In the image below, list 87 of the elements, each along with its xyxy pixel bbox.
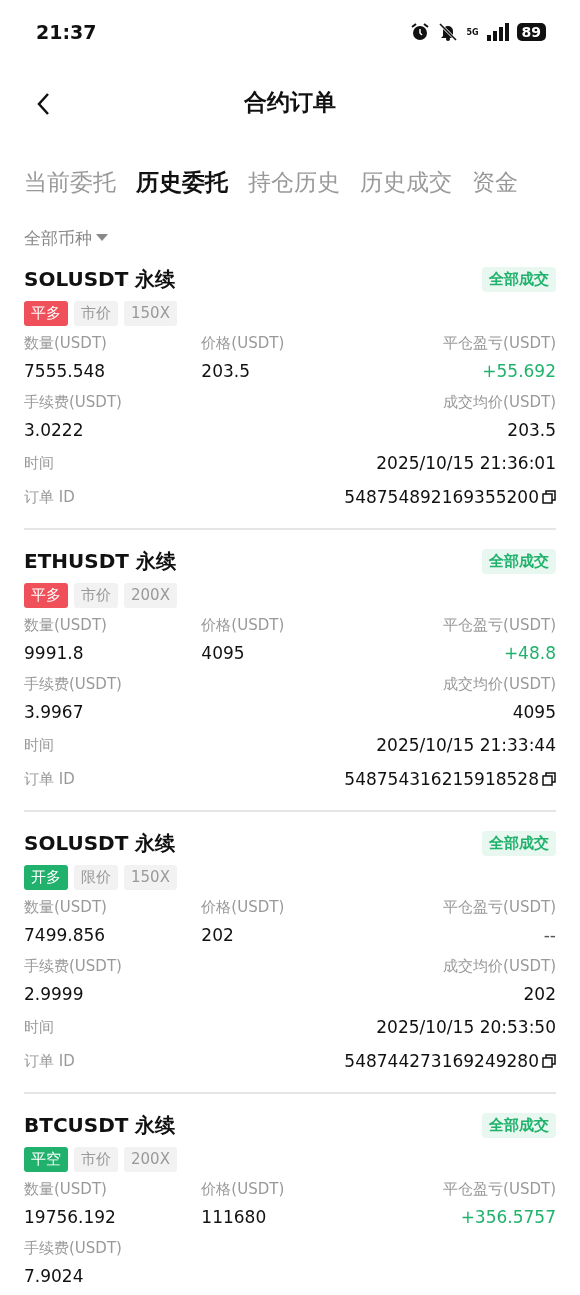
field-label: 订单 ID — [24, 769, 75, 789]
field-value: 7555.548 — [24, 361, 106, 381]
tab[interactable]: 历史委托 — [136, 166, 228, 198]
field-value: 2025/10/15 21:33:44 — [376, 735, 556, 755]
tab[interactable]: 当前委托 — [24, 166, 116, 198]
status-badge: 全部成交 — [482, 549, 556, 574]
order-tag: 150X — [124, 865, 177, 890]
order-tag: 市价 — [74, 301, 118, 326]
field-value: 202 — [201, 925, 234, 945]
field-label: 手续费(USDT) — [24, 393, 122, 412]
field-label: 成交均价(USDT) — [443, 675, 556, 694]
field-label: 数量(USDT) — [24, 1180, 107, 1199]
tab[interactable]: 历史成交 — [360, 166, 452, 198]
caret-icon[interactable] — [96, 234, 108, 242]
status-badge: 全部成交 — [482, 1113, 556, 1138]
order-tag: 平多 — [24, 301, 68, 326]
alarm-icon — [410, 22, 431, 42]
currency-filter[interactable]: 全部币种 — [24, 224, 108, 252]
order-tag: 市价 — [74, 583, 118, 608]
field-value: 19756.192 — [24, 1207, 116, 1227]
field-label: 价格(USDT) — [201, 334, 285, 353]
field-value: 2025/10/15 21:36:01 — [376, 453, 556, 473]
order-tag: 200X — [124, 1147, 177, 1172]
field-value: +356.5757 — [460, 1207, 556, 1227]
order-tag: 平空 — [24, 1147, 68, 1172]
field-value: 3.0222 — [24, 420, 84, 440]
field-label: 平仓盈亏(USDT) — [443, 616, 556, 635]
field-label: 价格(USDT) — [201, 616, 285, 635]
symbol-title: SOLUSDT 永续 — [24, 830, 176, 857]
field-label: 平仓盈亏(USDT) — [443, 1180, 556, 1199]
field-label: 手续费(USDT) — [24, 957, 122, 976]
field-value: 111680 — [201, 1207, 267, 1227]
field-value: 4095 — [512, 702, 556, 722]
order-id: 548744273169249280 — [344, 1051, 539, 1071]
field-label: 数量(USDT) — [24, 334, 107, 353]
status-badge: 全部成交 — [482, 831, 556, 856]
signal-icon — [486, 23, 509, 41]
tab[interactable]: 资金 — [472, 166, 518, 198]
order-tag: 200X — [124, 583, 177, 608]
field-value: +55.692 — [482, 361, 556, 381]
order-id: 548754316215918528 — [344, 769, 539, 789]
field-label: 成交均价(USDT) — [443, 957, 556, 976]
order-tag: 市价 — [74, 1147, 118, 1172]
field-label: 数量(USDT) — [24, 616, 107, 635]
status-badge: 全部成交 — [482, 267, 556, 292]
field-label: 时间 — [24, 1017, 54, 1037]
field-value: 3.9967 — [24, 702, 84, 722]
battery-level: 89 — [516, 23, 546, 41]
field-value: 4095 — [201, 643, 245, 663]
bell-off-icon — [438, 22, 459, 42]
copy-icon[interactable] — [542, 490, 556, 504]
order-tag: 150X — [124, 301, 177, 326]
field-label: 数量(USDT) — [24, 898, 107, 917]
symbol-title: BTCUSDT 永续 — [24, 1112, 176, 1139]
field-label: 订单 ID — [24, 1051, 75, 1071]
field-value: -- — [543, 925, 556, 945]
order-tag: 开多 — [24, 865, 68, 890]
field-label: 平仓盈亏(USDT) — [443, 898, 556, 917]
field-value: 203.5 — [201, 361, 250, 381]
field-label: 价格(USDT) — [201, 1180, 285, 1199]
field-value: 2.9999 — [24, 984, 84, 1004]
symbol-title: SOLUSDT 永续 — [24, 266, 176, 293]
order-tag: 限价 — [74, 865, 118, 890]
tab[interactable]: 持仓历史 — [248, 166, 340, 198]
symbol-title: ETHUSDT 永续 — [24, 548, 176, 575]
network-label: 5G — [466, 27, 479, 37]
field-label: 时间 — [24, 735, 54, 755]
field-value: 7.9024 — [24, 1266, 84, 1286]
field-value: 2025/10/15 20:53:50 — [376, 1017, 556, 1037]
copy-icon[interactable] — [542, 772, 556, 786]
page-title: 合约订单 — [244, 87, 336, 117]
copy-icon[interactable] — [542, 1054, 556, 1068]
field-label: 手续费(USDT) — [24, 675, 122, 694]
order-tag: 平多 — [24, 583, 68, 608]
order-id: 548754892169355200 — [344, 487, 539, 507]
field-value: +48.8 — [503, 643, 556, 663]
field-label: 价格(USDT) — [201, 898, 285, 917]
field-label: 成交均价(USDT) — [443, 393, 556, 412]
field-label: 手续费(USDT) — [24, 1239, 122, 1258]
field-label: 平仓盈亏(USDT) — [443, 334, 556, 353]
clock: 21:37 — [36, 21, 97, 43]
field-value: 203.5 — [507, 420, 556, 440]
field-label: 订单 ID — [24, 487, 75, 507]
field-label: 时间 — [24, 453, 54, 473]
field-value: 7499.856 — [24, 925, 106, 945]
field-value: 9991.8 — [24, 643, 84, 663]
field-value: 202 — [523, 984, 556, 1004]
